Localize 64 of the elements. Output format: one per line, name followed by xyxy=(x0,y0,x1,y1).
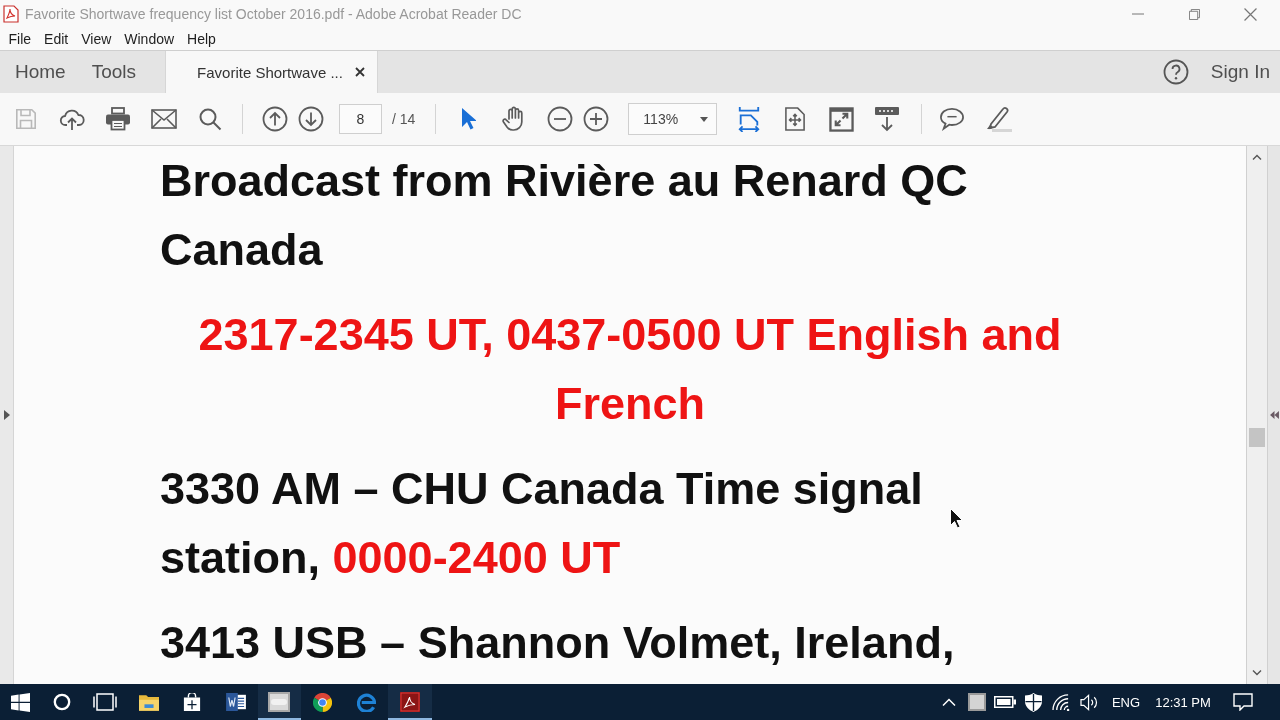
mouse-cursor-icon xyxy=(950,508,963,529)
pdf-file-icon xyxy=(3,5,19,23)
restore-icon[interactable] xyxy=(1188,8,1200,20)
tab[interactable]: Favorite Shortwave ... xyxy=(165,51,378,93)
clock-text[interactable]: 12:31 PM xyxy=(1148,694,1218,710)
e-logo-icon xyxy=(356,692,376,712)
expand-pane-arrow-icon[interactable] xyxy=(3,410,10,420)
search-icon[interactable] xyxy=(198,107,222,131)
round-logo-icon xyxy=(313,692,333,712)
taskbar-app-button[interactable] xyxy=(388,684,432,720)
expand-window-icon[interactable] xyxy=(828,106,854,132)
zoom-in-icon[interactable] xyxy=(583,106,610,132)
page-arrows-icon[interactable] xyxy=(785,107,806,131)
pdf-file-icon xyxy=(399,692,420,712)
panel-down-arrow-icon[interactable] xyxy=(874,106,901,132)
tab[interactable]: Tools xyxy=(78,51,150,93)
page-number-field[interactable]: 8 xyxy=(339,104,382,134)
close-icon[interactable] xyxy=(354,67,365,77)
station-text: 3330 AM – CHU Canada Time signal station, 0000-2400 UT xyxy=(160,462,923,585)
zoom-out-icon[interactable] xyxy=(547,106,574,132)
comment-icon[interactable] xyxy=(939,107,966,131)
zoom-dropdown[interactable]: 113% xyxy=(628,103,718,135)
tab[interactable]: Home xyxy=(2,51,79,93)
chevron-up-icon[interactable] xyxy=(941,698,956,706)
window-thumbnail-icon xyxy=(268,692,291,712)
envelope-icon[interactable] xyxy=(151,109,177,129)
menu-item[interactable]: View xyxy=(74,31,118,47)
station-text: Broadcast from Rivière au Renard QC Canada xyxy=(160,154,968,277)
page-count-text: / 14 xyxy=(392,111,416,127)
printer-icon[interactable] xyxy=(105,107,131,131)
arrow-pointer-icon[interactable] xyxy=(460,107,477,131)
folder-icon xyxy=(138,693,159,711)
speaker-icon[interactable] xyxy=(1080,693,1100,711)
taskbar-app-button[interactable] xyxy=(257,684,301,720)
highlighter-icon[interactable] xyxy=(984,106,1013,132)
menu-item[interactable]: File xyxy=(2,31,38,47)
notification-icon[interactable] xyxy=(1233,693,1253,711)
menu-item[interactable]: Help xyxy=(180,31,223,47)
scrollbar-thumb[interactable] xyxy=(1249,428,1265,447)
shopping-bag-icon xyxy=(183,693,202,711)
scroll-down-icon[interactable] xyxy=(1252,670,1262,676)
task-view-icon[interactable] xyxy=(93,693,118,711)
scroll-up-icon[interactable] xyxy=(1252,154,1262,160)
sign-in-button[interactable]: Sign In xyxy=(1210,61,1270,83)
fit-width-icon[interactable] xyxy=(737,106,762,132)
caret-icon xyxy=(700,116,709,122)
window-thumbnail-icon[interactable] xyxy=(968,693,987,711)
station-text: 3413 USB – Shannon Volmet, Ireland, xyxy=(160,616,955,670)
menu-item[interactable]: Window xyxy=(117,31,181,47)
language-indicator[interactable]: ENG xyxy=(1104,694,1148,710)
ring-icon[interactable] xyxy=(52,693,71,711)
menu-item[interactable]: Edit xyxy=(37,31,75,47)
window-title: Favorite Shortwave frequency list October 2016.pdf - Adobe Acrobat Reader DC xyxy=(25,6,522,22)
cloud-upload-icon[interactable] xyxy=(59,107,85,131)
arrow-down-circle-icon[interactable] xyxy=(298,106,324,132)
battery-icon[interactable] xyxy=(994,696,1017,708)
start-icon[interactable] xyxy=(10,692,30,712)
wifi-icon[interactable] xyxy=(1052,693,1072,711)
document-icon xyxy=(225,693,246,711)
help-icon[interactable] xyxy=(1162,59,1189,85)
schedule-text: 2317-2345 UT, 0437-0500 UT English and French xyxy=(198,308,1062,431)
arrow-up-circle-icon[interactable] xyxy=(262,106,288,132)
shield-icon[interactable] xyxy=(1025,692,1043,712)
double-arrow-icon[interactable] xyxy=(1269,411,1279,419)
